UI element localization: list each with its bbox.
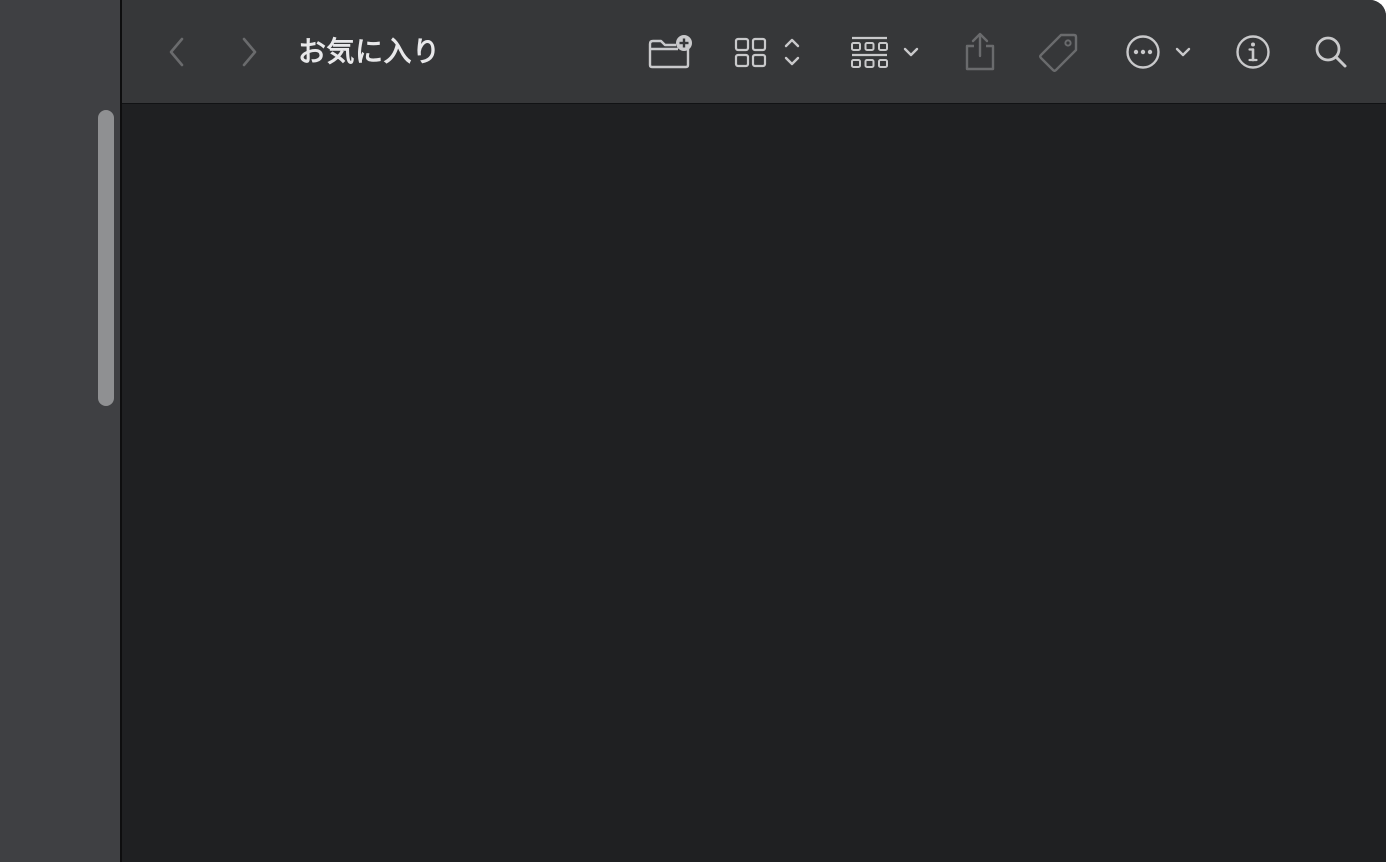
grid-view-icon — [734, 37, 800, 68]
window-title: お気に入り — [298, 35, 441, 68]
more-actions-button[interactable] — [1124, 26, 1192, 78]
file-browser-content[interactable] — [122, 104, 1386, 862]
finder-window: お気に入り — [0, 0, 1386, 862]
info-button[interactable] — [1234, 26, 1272, 78]
tag-button[interactable] — [1036, 26, 1080, 78]
sidebar — [0, 0, 120, 862]
share-icon — [965, 32, 995, 71]
group-by-icon — [851, 36, 919, 68]
new-folder-button[interactable] — [644, 26, 696, 78]
view-mode-button[interactable] — [732, 26, 806, 78]
back-button[interactable] — [162, 26, 192, 78]
forward-button[interactable] — [234, 26, 264, 78]
tag-icon — [1039, 33, 1078, 72]
group-by-button[interactable] — [848, 26, 924, 78]
search-button[interactable] — [1312, 26, 1350, 78]
chevron-right-icon — [242, 37, 257, 67]
search-icon — [1315, 36, 1347, 68]
folder-plus-icon — [648, 35, 692, 69]
toolbar: お気に入り — [122, 0, 1386, 104]
ellipsis-circle-icon — [1126, 35, 1191, 69]
sidebar-scrollbar-thumb[interactable] — [98, 110, 114, 406]
share-button[interactable] — [962, 26, 998, 78]
info-circle-icon — [1236, 35, 1270, 69]
chevron-left-icon — [169, 37, 184, 67]
